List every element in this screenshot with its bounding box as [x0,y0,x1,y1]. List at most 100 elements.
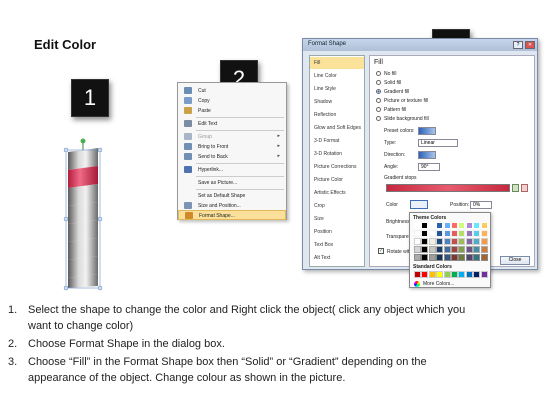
nav-item-text-box[interactable]: Text Box [310,239,364,251]
theme-color-swatch[interactable] [458,254,466,261]
theme-color-swatch[interactable] [428,238,436,245]
theme-color-swatch[interactable] [480,222,488,229]
theme-color-swatch[interactable] [443,254,451,261]
theme-color-swatch[interactable] [480,238,488,245]
theme-color-swatch[interactable] [465,246,473,253]
theme-color-swatch[interactable] [428,254,436,261]
menu-item-send-to-back[interactable]: Send to Back ▸ [178,152,286,162]
standard-color-swatch[interactable] [458,271,466,278]
nav-item-picture-corrections[interactable]: Picture Corrections [310,161,364,173]
add-stop-icon[interactable] [512,184,519,192]
menu-item-save-as-picture[interactable]: Save as Picture... [178,178,286,188]
close-icon[interactable]: ✕ [525,41,535,49]
menu-item-set-default-shape[interactable]: Set as Default Shape [178,191,286,201]
theme-color-swatch[interactable] [421,230,429,237]
theme-color-swatch[interactable] [480,254,488,261]
radio-pattern-fill[interactable] [376,107,381,112]
theme-color-swatch[interactable] [458,246,466,253]
help-button[interactable]: ? [513,41,523,49]
theme-color-swatch[interactable] [458,238,466,245]
menu-item-hyperlink[interactable]: Hyperlink... [178,165,286,175]
color-picker-button[interactable] [410,200,428,209]
nav-item-3d-format[interactable]: 3-D Format [310,135,364,147]
theme-color-swatch[interactable] [428,222,436,229]
radio-gradient-fill[interactable] [376,89,381,94]
theme-color-swatch[interactable] [428,230,436,237]
theme-color-swatch[interactable] [465,222,473,229]
theme-color-swatch[interactable] [465,230,473,237]
standard-color-swatch[interactable] [414,271,421,278]
theme-color-swatch[interactable] [473,238,481,245]
theme-color-swatch[interactable] [428,246,436,253]
theme-color-swatch[interactable] [473,222,481,229]
remove-stop-icon[interactable] [521,184,528,192]
theme-color-swatch[interactable] [451,238,458,245]
theme-color-swatch[interactable] [414,230,421,237]
theme-color-swatch[interactable] [465,254,473,261]
nav-item-size[interactable]: Size [310,213,364,225]
theme-color-swatch[interactable] [443,222,451,229]
theme-color-swatch[interactable] [436,238,444,245]
gradient-stops-bar[interactable] [386,184,510,192]
theme-color-swatch[interactable] [443,238,451,245]
nav-item-glow[interactable]: Glow and Soft Edges [310,122,364,134]
angle-input[interactable]: 90° [418,163,440,171]
spiral-column-shape[interactable] [58,138,108,293]
theme-color-swatch[interactable] [414,246,421,253]
standard-color-swatch[interactable] [428,271,436,278]
theme-color-swatch[interactable] [421,222,429,229]
theme-color-swatch[interactable] [443,246,451,253]
theme-color-swatch[interactable] [421,254,429,261]
nav-item-artistic-effects[interactable]: Artistic Effects [310,187,364,199]
menu-item-cut[interactable]: Cut [178,86,286,96]
standard-color-swatch[interactable] [443,271,451,278]
nav-item-3d-rotation[interactable]: 3-D Rotation [310,148,364,160]
theme-color-swatch[interactable] [451,230,458,237]
radio-solid-fill[interactable] [376,80,381,85]
theme-color-swatch[interactable] [480,246,488,253]
menu-item-paste[interactable]: Paste [178,106,286,116]
position-input[interactable]: 0% [470,201,492,209]
theme-color-swatch[interactable] [465,238,473,245]
close-button[interactable]: Close [500,256,530,265]
radio-no-fill[interactable] [376,71,381,76]
standard-color-swatch[interactable] [436,271,444,278]
theme-color-swatch[interactable] [436,254,444,261]
type-dropdown[interactable]: Linear [418,139,458,147]
theme-color-swatch[interactable] [458,230,466,237]
radio-slide-background-fill[interactable] [376,116,381,121]
menu-item-format-shape[interactable]: Format Shape... [178,210,286,220]
theme-color-swatch[interactable] [451,222,458,229]
menu-item-group[interactable]: Group ▸ [178,132,286,142]
nav-item-line-style[interactable]: Line Style [310,83,364,95]
standard-color-swatch[interactable] [421,271,429,278]
standard-color-swatch[interactable] [465,271,473,278]
standard-color-swatch[interactable] [480,271,488,278]
theme-color-swatch[interactable] [443,230,451,237]
theme-color-swatch[interactable] [436,246,444,253]
radio-picture-fill[interactable] [376,98,381,103]
theme-color-swatch[interactable] [436,230,444,237]
nav-item-alt-text[interactable]: Alt Text [310,252,364,264]
theme-color-swatch[interactable] [480,230,488,237]
nav-item-line-color[interactable]: Line Color [310,70,364,82]
nav-item-shadow[interactable]: Shadow [310,96,364,108]
nav-item-picture-color[interactable]: Picture Color [310,174,364,186]
theme-color-swatch[interactable] [421,246,429,253]
theme-color-swatch[interactable] [414,238,421,245]
rotate-checkbox[interactable]: ✓ [378,248,384,254]
theme-color-swatch[interactable] [414,222,421,229]
theme-color-swatch[interactable] [473,254,481,261]
theme-color-swatch[interactable] [421,238,429,245]
theme-color-swatch[interactable] [436,222,444,229]
theme-color-swatch[interactable] [473,230,481,237]
nav-item-position[interactable]: Position [310,226,364,238]
theme-color-swatch[interactable] [473,246,481,253]
menu-item-copy[interactable]: Copy [178,96,286,106]
theme-color-swatch[interactable] [458,222,466,229]
preset-colors-dropdown[interactable] [418,127,436,135]
nav-item-crop[interactable]: Crop [310,200,364,212]
direction-dropdown[interactable] [418,151,436,159]
theme-color-swatch[interactable] [414,254,421,261]
theme-color-swatch[interactable] [451,246,458,253]
